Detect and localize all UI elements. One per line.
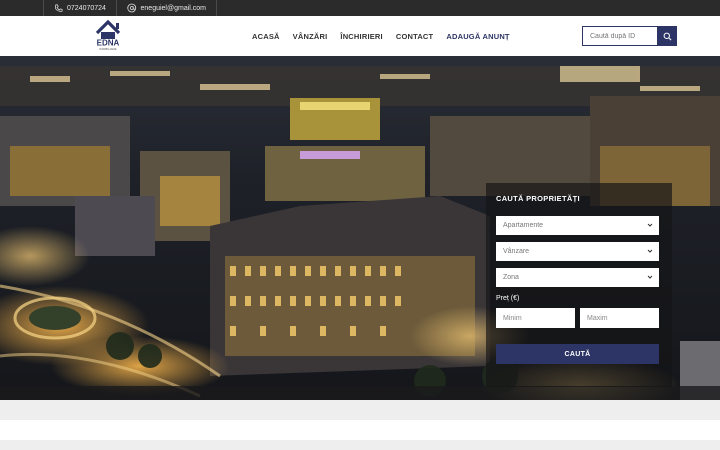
top-bar: 0724070724 eneguiel@gmail.com [0, 0, 720, 16]
zone-select[interactable]: Zona [496, 268, 659, 287]
main-nav: ACASĂ VÂNZĂRI ÎNCHIRIERI CONTACT ADAUGĂ … [252, 16, 523, 56]
phone-contact[interactable]: 0724070724 [43, 0, 117, 16]
section-divider [0, 440, 720, 450]
max-price-input[interactable]: Maxim [580, 308, 659, 328]
nav-adauga-anunt[interactable]: ADAUGĂ ANUNȚ [446, 32, 509, 41]
zone-value: Zona [503, 274, 519, 281]
id-search-button[interactable] [657, 26, 677, 46]
edna-logo[interactable]: EDNA IMOBILIARE [95, 19, 123, 51]
search-submit-button[interactable]: CAUTĂ [496, 344, 659, 364]
phone-icon [54, 4, 63, 12]
phone-number: 0724070724 [67, 4, 106, 12]
chevron-down-icon [647, 249, 653, 253]
chevron-down-icon [647, 223, 653, 227]
nav-inchirieri[interactable]: ÎNCHIRIERI [340, 32, 382, 41]
nav-vanzari[interactable]: VÂNZĂRI [293, 32, 328, 41]
email-address: eneguiel@gmail.com [140, 4, 206, 12]
section-divider [0, 400, 720, 420]
transaction-type-value: Vânzare [503, 248, 530, 255]
transaction-type-select[interactable]: Vânzare [496, 242, 659, 261]
panel-title: CAUTĂ PROPRIETĂȚI [496, 194, 580, 203]
section-divider [0, 420, 720, 440]
nav-contact[interactable]: CONTACT [396, 32, 434, 41]
chevron-down-icon [647, 275, 653, 279]
property-type-value: Apartamente [503, 222, 544, 229]
property-search-panel: CAUTĂ PROPRIETĂȚI Apartamente Vânzare Zo… [486, 183, 672, 387]
min-price-input[interactable]: Minim [496, 308, 575, 328]
nav-acasa[interactable]: ACASĂ [252, 32, 280, 41]
hero-city-image: CAUTĂ PROPRIETĂȚI Apartamente Vânzare Zo… [0, 56, 720, 400]
id-search-input[interactable] [582, 26, 657, 46]
at-icon [127, 3, 137, 13]
property-type-select[interactable]: Apartamente [496, 216, 659, 235]
email-contact[interactable]: eneguiel@gmail.com [116, 0, 217, 16]
logo-tagline: IMOBILIARE [99, 47, 116, 51]
price-label: Preț (€) [496, 295, 520, 302]
search-icon [663, 32, 671, 40]
id-search [582, 26, 677, 46]
